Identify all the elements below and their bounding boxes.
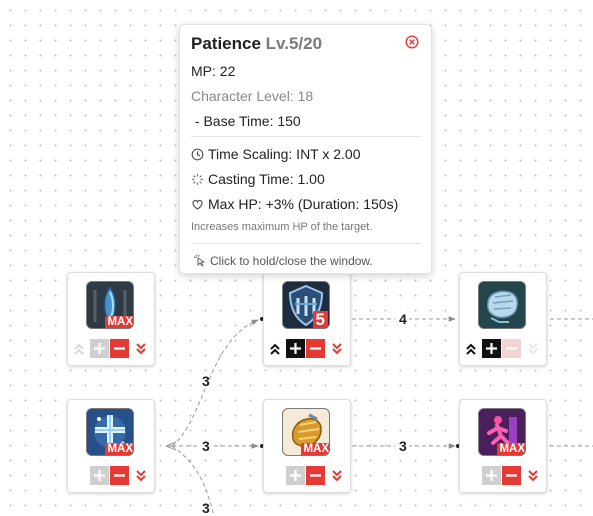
skill-node-holy-cross[interactable]: MAX bbox=[67, 399, 155, 493]
fist-gauntlet-icon[interactable] bbox=[478, 281, 526, 329]
plus-button[interactable] bbox=[90, 339, 109, 358]
tooltip-title: Patience Lv.5/20 bbox=[191, 34, 322, 54]
minus-button[interactable] bbox=[110, 339, 129, 358]
close-circle-icon[interactable] bbox=[405, 35, 419, 49]
plus-button[interactable] bbox=[286, 339, 305, 358]
mp-cost: MP: 22 bbox=[191, 63, 236, 79]
heart-icon bbox=[191, 198, 204, 211]
max-down-icon[interactable] bbox=[527, 342, 539, 356]
max-up-icon[interactable] bbox=[465, 342, 477, 356]
pointer-click-icon bbox=[193, 254, 206, 267]
skill-node-golden-fist[interactable]: MAX bbox=[263, 399, 351, 493]
max-up-icon[interactable] bbox=[73, 342, 85, 356]
node-controls bbox=[460, 466, 546, 486]
skill-tooltip: Patience Lv.5/20 MP: 22 Character Level:… bbox=[179, 24, 432, 274]
level-badge: 5 bbox=[312, 311, 328, 328]
minus-button[interactable] bbox=[110, 466, 129, 485]
max-badge: MAX bbox=[105, 316, 133, 328]
tooltip-hint: Click to hold/close the window. bbox=[193, 254, 373, 268]
max-hp: Max HP: +3% (Duration: 150s) bbox=[208, 196, 399, 212]
time-scaling: Time Scaling: INT x 2.00 bbox=[208, 146, 361, 162]
holy-cross-icon[interactable]: MAX bbox=[86, 408, 134, 456]
max-badge: MAX bbox=[105, 443, 133, 455]
max-down-icon[interactable] bbox=[135, 469, 147, 483]
node-controls bbox=[264, 339, 350, 359]
running-figure-icon[interactable]: MAX bbox=[478, 408, 526, 456]
skill-name: Patience bbox=[191, 34, 261, 53]
skill-description: Increases maximum HP of the target. bbox=[191, 221, 373, 233]
hint-text: Click to hold/close the window. bbox=[210, 254, 373, 268]
spinner-icon bbox=[191, 173, 204, 186]
max-hp-row: Max HP: +3% (Duration: 150s) bbox=[191, 196, 398, 212]
minus-button[interactable] bbox=[502, 466, 521, 485]
node-controls bbox=[68, 466, 154, 486]
max-badge: MAX bbox=[301, 443, 329, 455]
plus-button[interactable] bbox=[482, 466, 501, 485]
link-label-branch-mid: 3 bbox=[202, 438, 210, 454]
link-label-bottom-right: 3 bbox=[399, 438, 407, 454]
minus-button[interactable] bbox=[306, 339, 325, 358]
max-down-icon[interactable] bbox=[331, 469, 343, 483]
link-label-branch-down: 3 bbox=[202, 500, 210, 516]
skill-level: Lv.5/20 bbox=[265, 34, 323, 53]
plus-button[interactable] bbox=[90, 466, 109, 485]
max-down-icon[interactable] bbox=[135, 342, 147, 356]
max-down-icon[interactable] bbox=[331, 342, 343, 356]
time-scaling-row: Time Scaling: INT x 2.00 bbox=[191, 146, 361, 162]
node-controls bbox=[264, 466, 350, 486]
minus-button[interactable] bbox=[502, 339, 521, 358]
node-controls bbox=[68, 339, 154, 359]
link-branch-up bbox=[171, 319, 259, 447]
casting-time-row: Casting Time: 1.00 bbox=[191, 171, 325, 187]
max-badge: MAX bbox=[497, 443, 525, 455]
golden-fist-icon[interactable]: MAX bbox=[282, 408, 330, 456]
character-level: Character Level: 18 bbox=[191, 88, 314, 104]
max-down-icon[interactable] bbox=[527, 469, 539, 483]
node-controls bbox=[460, 339, 546, 359]
clock-icon bbox=[191, 148, 204, 161]
blue-crystal-icon[interactable]: MAX bbox=[86, 281, 134, 329]
skill-node-patience[interactable]: 5 bbox=[263, 272, 351, 366]
minus-button[interactable] bbox=[306, 466, 325, 485]
plus-button[interactable] bbox=[286, 466, 305, 485]
divider bbox=[191, 243, 421, 244]
skill-node-running[interactable]: MAX bbox=[459, 399, 547, 493]
skill-node-blue-crystal[interactable]: MAX bbox=[67, 272, 155, 366]
max-up-icon[interactable] bbox=[269, 342, 281, 356]
link-label-branch-up: 3 bbox=[202, 373, 210, 389]
link-label-top-right: 4 bbox=[399, 311, 407, 327]
shield-helmet-icon[interactable]: 5 bbox=[282, 281, 330, 329]
skill-node-gauntlet[interactable] bbox=[459, 272, 547, 366]
plus-button[interactable] bbox=[482, 339, 501, 358]
divider bbox=[191, 136, 421, 137]
base-time: - Base Time: 150 bbox=[191, 113, 301, 129]
casting-time: Casting Time: 1.00 bbox=[208, 171, 325, 187]
